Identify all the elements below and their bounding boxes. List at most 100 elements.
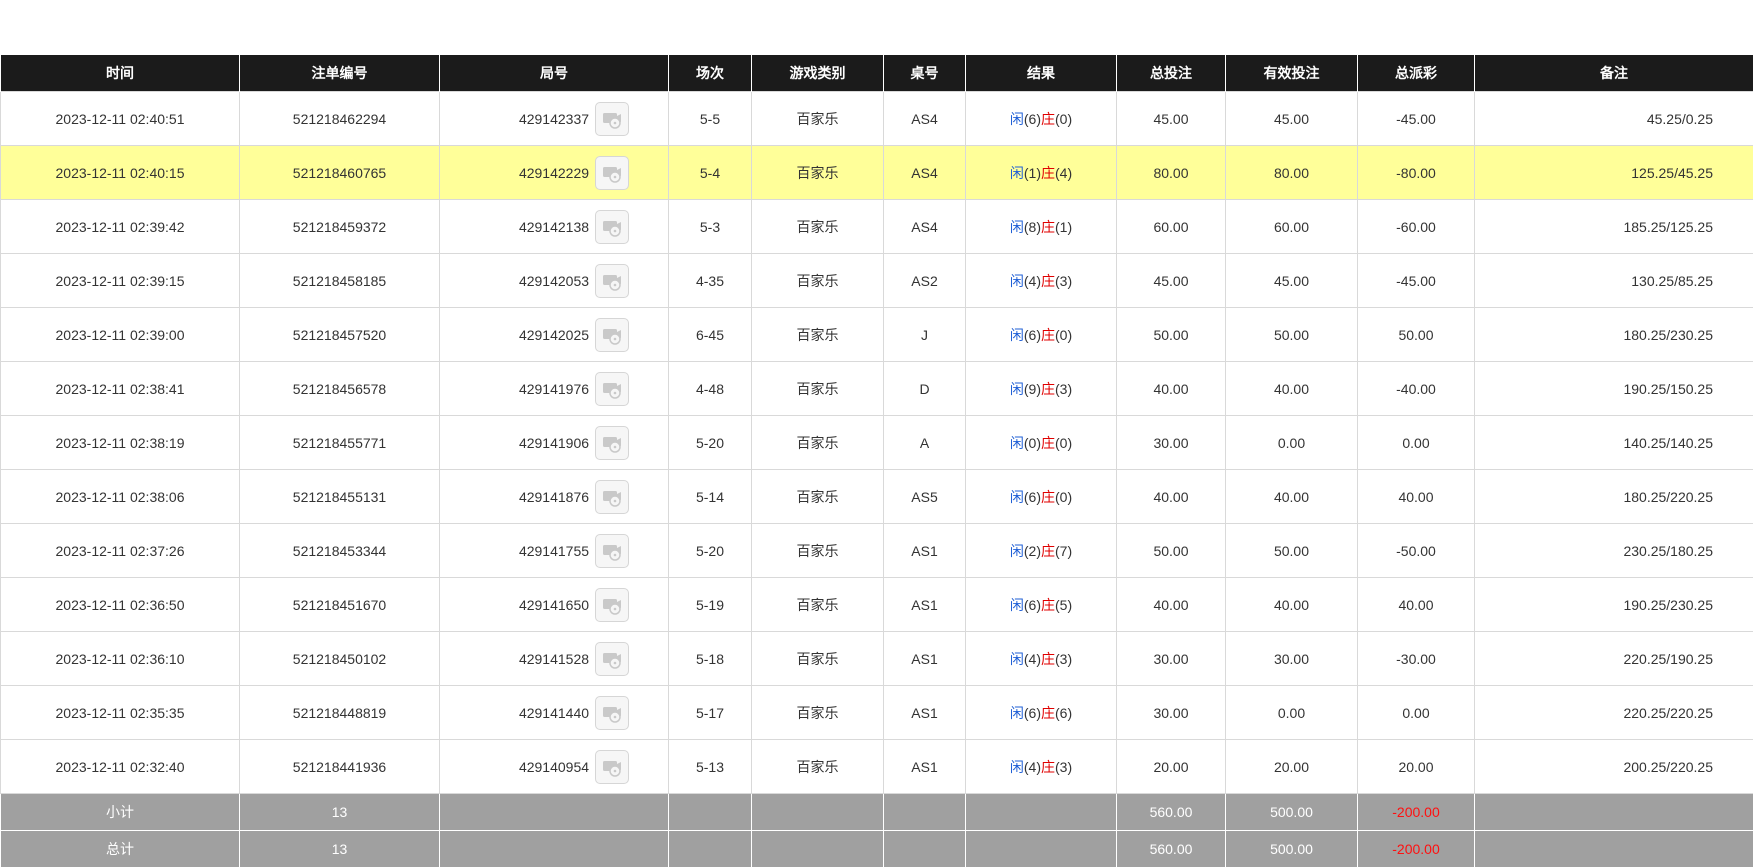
player-score: (4) (1024, 759, 1041, 775)
cell-result: 闲(6)庄(0) (966, 308, 1117, 362)
cell-total-bet: 30.00 (1117, 632, 1226, 686)
replay-icon[interactable] (595, 102, 629, 136)
cell-session: 6-45 (669, 308, 752, 362)
subtotal-label: 小计 (1, 794, 240, 831)
bet-records-table: 时间 注单编号 局号 场次 游戏类别 桌号 结果 总投注 有效投注 总派彩 备注… (0, 55, 1753, 868)
banker-score: (0) (1055, 327, 1072, 343)
header-remark: 备注 (1475, 55, 1753, 92)
cell-remark: 125.25/45.25 (1475, 146, 1753, 200)
cell-round-no: 429141976 (440, 362, 669, 416)
empty-cell (1475, 831, 1753, 868)
player-label: 闲 (1010, 111, 1024, 127)
banker-score: (7) (1055, 543, 1072, 559)
replay-icon[interactable] (595, 156, 629, 190)
cell-table-no: A (884, 416, 966, 470)
total-bet: 560.00 (1117, 831, 1226, 868)
cell-game-type: 百家乐 (752, 200, 884, 254)
replay-icon[interactable] (595, 264, 629, 298)
player-label: 闲 (1010, 489, 1024, 505)
cell-total-payout: 40.00 (1358, 578, 1475, 632)
round-number: 429141906 (519, 435, 589, 451)
replay-icon[interactable] (595, 696, 629, 730)
cell-session: 4-48 (669, 362, 752, 416)
round-number: 429142025 (519, 327, 589, 343)
header-result: 结果 (966, 55, 1117, 92)
replay-icon[interactable] (595, 534, 629, 568)
replay-icon[interactable] (595, 642, 629, 676)
cell-time: 2023-12-11 02:36:50 (1, 578, 240, 632)
cell-game-type: 百家乐 (752, 686, 884, 740)
empty-cell (440, 831, 669, 868)
replay-icon[interactable] (595, 480, 629, 514)
empty-cell (440, 794, 669, 831)
cell-session: 5-20 (669, 524, 752, 578)
cell-valid-bet: 20.00 (1226, 740, 1358, 794)
cell-order-no: 521218462294 (240, 92, 440, 146)
replay-icon[interactable] (595, 210, 629, 244)
banker-score: (4) (1055, 165, 1072, 181)
cell-round-no: 429141906 (440, 416, 669, 470)
banker-score: (3) (1055, 273, 1072, 289)
cell-time: 2023-12-11 02:35:35 (1, 686, 240, 740)
banker-score: (3) (1055, 651, 1072, 667)
table-row: 2023-12-11 02:32:40521218441936429140954… (1, 740, 1753, 794)
cell-table-no: AS4 (884, 200, 966, 254)
replay-icon[interactable] (595, 426, 629, 460)
cell-round-no: 429141650 (440, 578, 669, 632)
cell-game-type: 百家乐 (752, 578, 884, 632)
cell-total-payout: 40.00 (1358, 470, 1475, 524)
cell-order-no: 521218455771 (240, 416, 440, 470)
cell-total-payout: -30.00 (1358, 632, 1475, 686)
replay-icon[interactable] (595, 318, 629, 352)
cell-table-no: AS4 (884, 146, 966, 200)
round-wrapper: 429141440 (519, 696, 629, 730)
table-row: 2023-12-11 02:39:15521218458185429142053… (1, 254, 1753, 308)
cell-valid-bet: 40.00 (1226, 578, 1358, 632)
cell-total-bet: 80.00 (1117, 146, 1226, 200)
cell-result: 闲(9)庄(3) (966, 362, 1117, 416)
cell-result: 闲(6)庄(6) (966, 686, 1117, 740)
empty-cell (669, 794, 752, 831)
cell-round-no: 429141440 (440, 686, 669, 740)
cell-valid-bet: 45.00 (1226, 254, 1358, 308)
cell-game-type: 百家乐 (752, 524, 884, 578)
table-row: 2023-12-11 02:36:10521218450102429141528… (1, 632, 1753, 686)
cell-game-type: 百家乐 (752, 362, 884, 416)
round-wrapper: 429140954 (519, 750, 629, 784)
cell-round-no: 429140954 (440, 740, 669, 794)
empty-cell (669, 831, 752, 868)
cell-session: 5-13 (669, 740, 752, 794)
round-number: 429141440 (519, 705, 589, 721)
cell-game-type: 百家乐 (752, 740, 884, 794)
replay-icon[interactable] (595, 588, 629, 622)
table-row: 2023-12-11 02:35:35521218448819429141440… (1, 686, 1753, 740)
cell-order-no: 521218441936 (240, 740, 440, 794)
cell-remark: 140.25/140.25 (1475, 416, 1753, 470)
cell-result: 闲(4)庄(3) (966, 632, 1117, 686)
header-total-payout: 总派彩 (1358, 55, 1475, 92)
cell-remark: 220.25/190.25 (1475, 632, 1753, 686)
cell-result: 闲(4)庄(3) (966, 254, 1117, 308)
player-label: 闲 (1010, 273, 1024, 289)
round-number: 429142138 (519, 219, 589, 235)
empty-cell (884, 831, 966, 868)
round-number: 429141650 (519, 597, 589, 613)
player-score: (8) (1024, 219, 1041, 235)
replay-icon[interactable] (595, 372, 629, 406)
subtotal-valid: 500.00 (1226, 794, 1358, 831)
player-score: (6) (1024, 111, 1041, 127)
table-row: 2023-12-11 02:38:19521218455771429141906… (1, 416, 1753, 470)
table-row: 2023-12-11 02:40:51521218462294429142337… (1, 92, 1753, 146)
cell-total-payout: -80.00 (1358, 146, 1475, 200)
player-label: 闲 (1010, 597, 1024, 613)
replay-icon[interactable] (595, 750, 629, 784)
header-valid-bet: 有效投注 (1226, 55, 1358, 92)
cell-table-no: AS1 (884, 578, 966, 632)
cell-total-bet: 40.00 (1117, 470, 1226, 524)
round-wrapper: 429142025 (519, 318, 629, 352)
cell-table-no: AS5 (884, 470, 966, 524)
cell-time: 2023-12-11 02:36:10 (1, 632, 240, 686)
round-wrapper: 429142053 (519, 264, 629, 298)
player-label: 闲 (1010, 165, 1024, 181)
banker-label: 庄 (1041, 165, 1055, 181)
